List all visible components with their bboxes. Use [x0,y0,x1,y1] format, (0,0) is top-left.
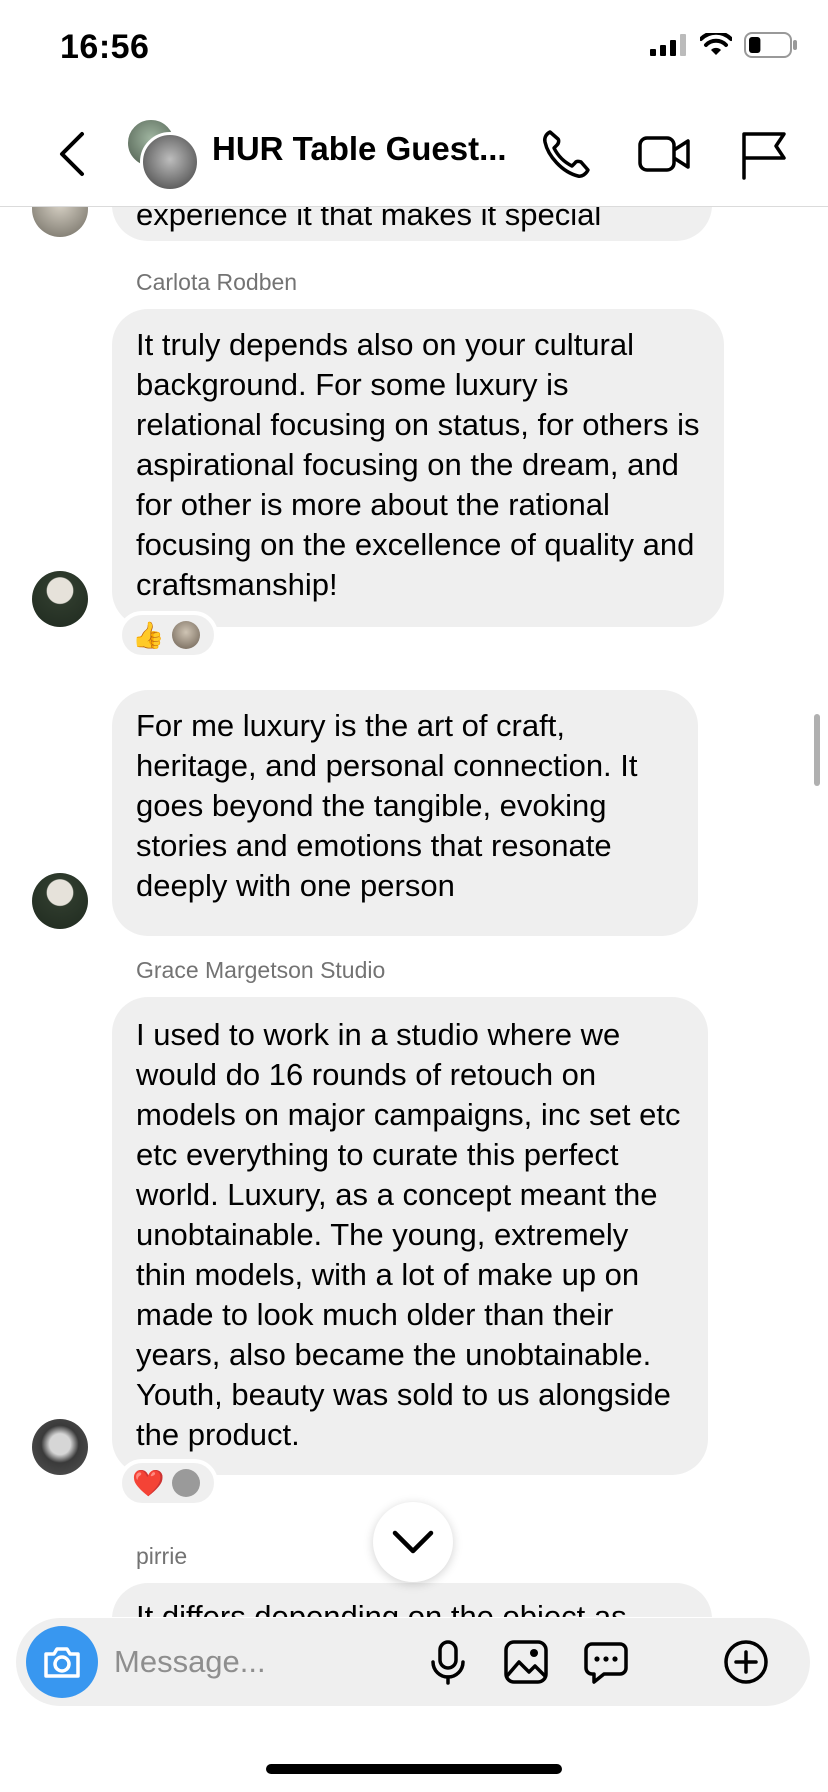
reaction-emoji: ❤️ [132,1468,165,1498]
sender-name: Carlota Rodben [136,269,298,295]
message-text: It truly depends also on your cultural b… [136,327,700,602]
message-text: experience it that makes it special [136,207,602,232]
wifi-icon [700,33,732,55]
camera-button[interactable] [26,1626,98,1698]
reaction-emoji: 👍 [132,620,165,650]
camera-icon [44,1647,80,1678]
chat-title[interactable]: HUR Table Guest... [212,130,507,168]
avatar[interactable] [32,1419,88,1475]
message-bubble[interactable]: It differs depending on the object as [112,1583,712,1617]
avatar [172,1469,201,1497]
message-bubble[interactable]: experience it that makes it special [112,207,712,241]
group-avatar[interactable] [126,118,200,192]
video-camera-icon[interactable] [636,126,692,182]
avatar[interactable] [32,207,88,237]
chat-header: HUR Table Guest... [0,100,828,207]
signal-icon [650,34,686,56]
avatar [172,621,201,649]
microphone-icon[interactable] [424,1638,472,1686]
message-text: For me luxury is the art of craft, herit… [136,708,638,903]
flag-icon[interactable] [736,126,792,182]
image-icon[interactable] [502,1638,550,1686]
battery-icon [744,32,797,58]
message-list[interactable]: experience it that makes it special Carl… [0,207,828,1617]
sender-name: Grace Margetson Studio [136,957,386,983]
reaction-bar[interactable]: 👍 [118,611,218,659]
status-time: 16:56 [60,28,150,66]
message-input[interactable] [112,1638,416,1686]
message-text: I used to work in a studio where we woul… [136,1017,681,1452]
message-text: It differs depending on the object as [136,1599,627,1617]
sender-name: pirrie [136,1543,188,1569]
plus-circle-icon[interactable] [722,1638,770,1686]
avatar [140,132,200,192]
message-composer [16,1618,810,1706]
chat-bubble-icon[interactable] [582,1638,630,1686]
status-icons [650,32,798,58]
message-bubble[interactable]: I used to work in a studio where we woul… [112,997,708,1475]
scrollbar[interactable] [814,714,820,786]
scroll-to-bottom-button[interactable] [373,1502,453,1582]
message-bubble[interactable]: For me luxury is the art of craft, herit… [112,690,698,936]
reaction-bar[interactable]: ❤️ [118,1459,218,1507]
chevron-left-icon[interactable] [52,128,92,180]
chevron-down-icon [392,1530,434,1554]
message-bubble[interactable]: It truly depends also on your cultural b… [112,309,724,627]
home-indicator[interactable] [266,1764,562,1774]
phone-icon[interactable] [538,126,594,182]
avatar[interactable] [32,571,88,627]
avatar[interactable] [32,873,88,929]
